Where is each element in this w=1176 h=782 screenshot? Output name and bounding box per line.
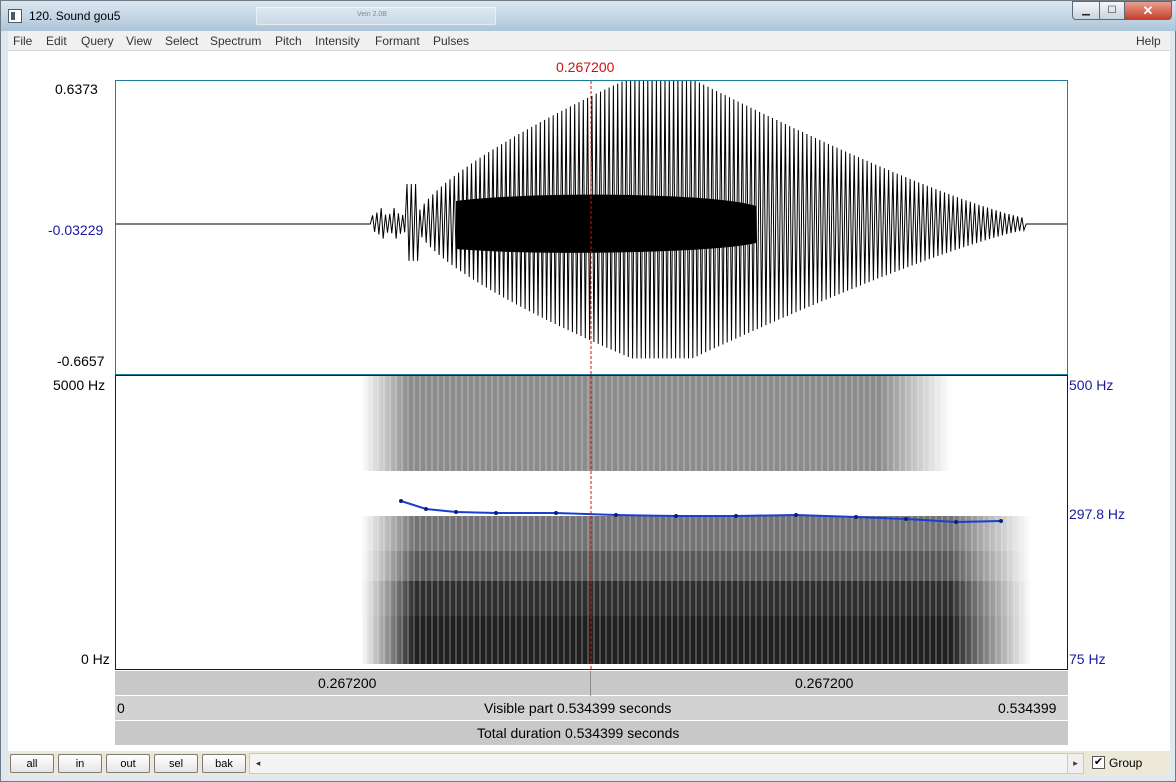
total-duration-bar[interactable]: Total duration 0.534399 seconds <box>115 721 1068 746</box>
pitch-point <box>904 517 908 521</box>
zoom-in-button[interactable]: in <box>58 754 102 773</box>
menu-edit[interactable]: Edit <box>46 34 67 48</box>
title-bar[interactable]: 120. Sound gou5 Vein 2.0B ▁ ☐ ✕ <box>1 1 1176 31</box>
zoom-back-button[interactable]: bak <box>202 754 246 773</box>
menu-spectrum[interactable]: Spectrum <box>210 34 261 48</box>
pitch-point <box>734 514 738 518</box>
group-checkbox[interactable]: ✔ <box>1092 756 1105 769</box>
menu-intensity[interactable]: Intensity <box>315 34 360 48</box>
waveform-plot <box>116 81 1067 374</box>
right-segment-label: 0.267200 <box>795 675 854 691</box>
background-window-title-text: Vein 2.0B <box>357 11 387 18</box>
pitch-point <box>854 515 858 519</box>
pitch-min-label: 75 Hz <box>1069 651 1106 667</box>
cursor-time-label: 0.267200 <box>556 59 615 75</box>
sound-editor-area[interactable]: 0.267200 0.6373 -0.03229 -0.6657 5000 Hz… <box>8 51 1170 751</box>
pitch-point <box>454 510 458 514</box>
scroll-left-icon[interactable]: ◂ <box>250 754 266 773</box>
zoom-selection-button[interactable]: sel <box>154 754 198 773</box>
pitch-cursor-label: 297.8 Hz <box>1069 506 1126 522</box>
visible-end-label: 0.534399 <box>998 700 1057 716</box>
waveform-panel[interactable] <box>115 80 1068 375</box>
pitch-point <box>494 511 498 515</box>
pitch-point <box>999 519 1003 523</box>
spectrogram-fmin-label: 0 Hz <box>81 651 110 667</box>
app-icon <box>8 9 22 23</box>
menu-formant[interactable]: Formant <box>375 34 420 48</box>
spectrogram-fmax-label: 5000 Hz <box>53 377 106 393</box>
background-window-title: Vein 2.0B <box>256 7 496 25</box>
menu-pulses[interactable]: Pulses <box>433 34 469 48</box>
group-label: Group <box>1109 756 1143 770</box>
total-duration-label: Total duration 0.534399 seconds <box>477 725 680 741</box>
pitch-point <box>614 513 618 517</box>
pitch-point <box>954 520 958 524</box>
scroll-right-icon[interactable]: ▸ <box>1067 754 1083 773</box>
menu-query[interactable]: Query <box>81 34 114 48</box>
spectrogram-plot <box>361 376 1031 669</box>
horizontal-scrollbar[interactable]: ◂ ▸ <box>249 753 1084 774</box>
pitch-point <box>674 514 678 518</box>
selection-time-bar[interactable]: 0.267200 0.267200 <box>115 671 1068 696</box>
menu-select[interactable]: Select <box>165 34 198 48</box>
menu-help[interactable]: Help <box>1136 34 1161 48</box>
menu-pitch[interactable]: Pitch <box>275 34 302 48</box>
maximize-button[interactable]: ☐ <box>1099 1 1125 20</box>
pitch-point <box>794 513 798 517</box>
window-client-area: File Edit Query View Select Spectrum Pit… <box>8 31 1170 776</box>
pitch-point <box>399 499 403 503</box>
waveform-ymax-label: 0.6373 <box>55 81 98 97</box>
left-segment-label: 0.267200 <box>318 675 377 691</box>
cursor-divider <box>590 671 591 696</box>
pitch-max-label: 500 Hz <box>1069 377 1114 393</box>
zoom-out-button[interactable]: out <box>106 754 150 773</box>
menu-view[interactable]: View <box>126 34 152 48</box>
spectrogram-panel[interactable] <box>115 375 1068 670</box>
pitch-point <box>554 511 558 515</box>
zoom-all-button[interactable]: all <box>10 754 54 773</box>
minimize-button[interactable]: ▁ <box>1072 1 1100 20</box>
pitch-point <box>424 507 428 511</box>
waveform-ymin-label: -0.6657 <box>57 353 105 369</box>
waveform-dense-band <box>456 194 756 253</box>
visible-start-label: 0 <box>117 700 125 716</box>
visible-part-label: Visible part 0.534399 seconds <box>484 700 672 716</box>
bottom-toolbar: all in out sel bak ◂ ▸ ✔ Group <box>8 751 1170 776</box>
close-button[interactable]: ✕ <box>1124 1 1172 20</box>
window-title: 120. Sound gou5 <box>29 9 121 23</box>
menu-file[interactable]: File <box>13 34 32 48</box>
visible-part-bar[interactable]: 0 Visible part 0.534399 seconds 0.534399 <box>115 696 1068 721</box>
menu-bar: File Edit Query View Select Spectrum Pit… <box>8 31 1170 51</box>
praat-sound-window: 120. Sound gou5 Vein 2.0B ▁ ☐ ✕ File Edi… <box>0 0 1176 782</box>
waveform-zero-label: -0.03229 <box>48 222 104 238</box>
